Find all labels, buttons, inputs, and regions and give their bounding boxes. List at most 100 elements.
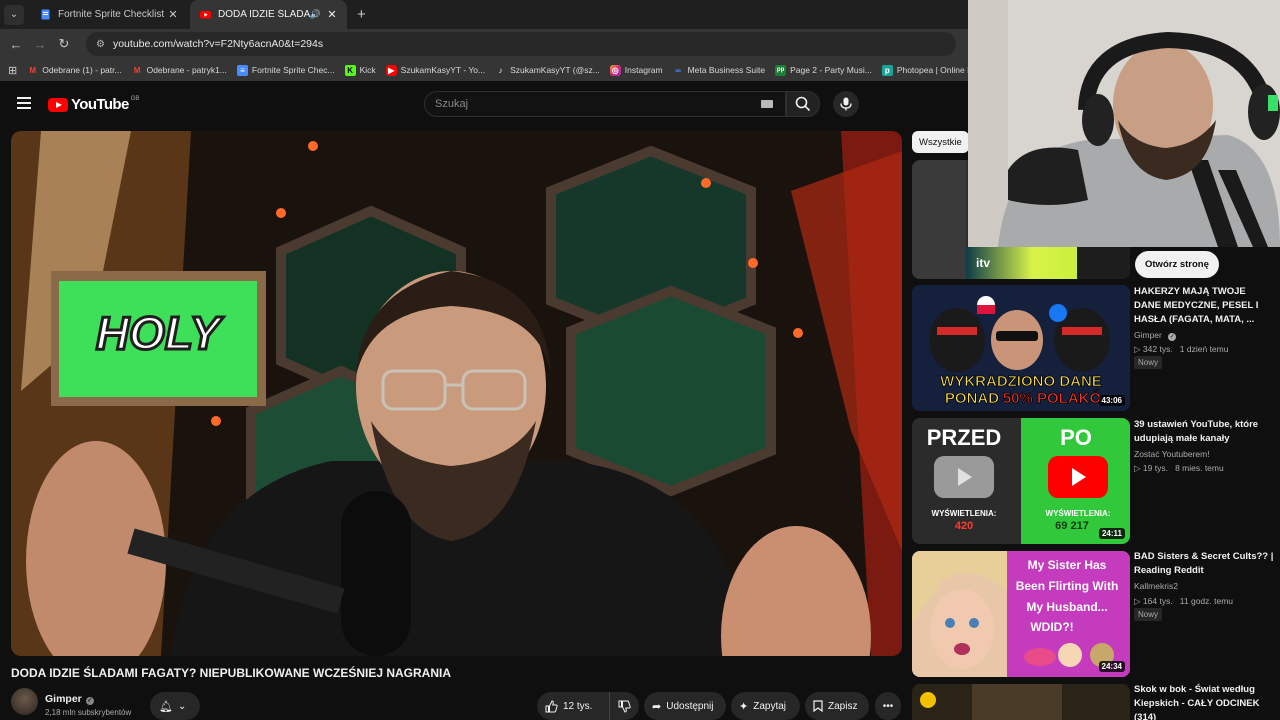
tab-title: Fortnite Sprite Checklist — Coll: [58, 9, 166, 20]
keyboard-icon[interactable]: [761, 100, 773, 108]
thumb-caption-line2: PONAD: [945, 390, 999, 407]
bookmark-item[interactable]: ∞ Meta Business Suite: [673, 65, 765, 76]
rec-channel[interactable]: Kallmekris2: [1134, 581, 1178, 591]
rec-title-line: DANE MEDYCZNE, PESEL I: [1134, 300, 1259, 311]
microphone-icon: [840, 97, 852, 111]
duration-badge: 24:34: [1098, 661, 1125, 672]
rec-title[interactable]: BAD Sisters & Secret Cults?? | Reading R…: [1134, 550, 1274, 578]
thumb-caption-line1: WYKRADZIONO DANE: [940, 373, 1102, 390]
share-arrow-icon: ➦: [652, 700, 662, 713]
address-bar[interactable]: ⚙ youtube.com/watch?v=F2Nty6acnA0&t=294s: [86, 32, 956, 56]
like-button[interactable]: 12 tys.: [537, 692, 609, 720]
bookmark-label: Instagram: [624, 65, 663, 75]
save-button[interactable]: Zapisz: [805, 692, 869, 720]
rec-thumbnail[interactable]: [912, 684, 1130, 720]
rec-thumbnail[interactable]: WYKRADZIONO DANE PONAD 50% POLAKÓ 43:06: [912, 285, 1130, 411]
bookmark-item[interactable]: K Kick: [344, 64, 376, 76]
bookmark-label: Photopea | Online P...: [896, 65, 979, 75]
ad-open-site-button[interactable]: Otwórz stronę: [1135, 251, 1219, 278]
site-info-icon[interactable]: ⚙: [96, 39, 105, 50]
rec-age: 11 godz. temu: [1179, 596, 1234, 606]
ask-button[interactable]: ✦ Zapytaj: [731, 692, 800, 720]
speaker-icon[interactable]: 🔊: [310, 9, 321, 20]
rec-meta: ▷ 342 tys. 1 dzień temu: [1134, 344, 1228, 355]
more-actions-button[interactable]: •••: [875, 692, 901, 720]
instagram-icon: ◎: [609, 64, 621, 76]
bookmark-label: Meta Business Suite: [687, 65, 766, 75]
apps-grid-icon[interactable]: ⊞: [8, 64, 17, 77]
bookmark-item[interactable]: M Odebrane - patryk1...: [132, 65, 227, 76]
webcam-feed: [968, 0, 1280, 247]
thumb-caption-line1: My Sister Has: [1028, 558, 1107, 572]
bookmark-item[interactable]: M Odebrane (1) - patr...: [27, 65, 121, 76]
rec-title-line: 39 ustawień YouTube, które: [1134, 419, 1259, 430]
thumb-before-label: PRZED: [927, 425, 1002, 450]
rec-channel[interactable]: Gimper ✓: [1134, 330, 1177, 341]
search-button[interactable]: [786, 91, 820, 117]
reload-icon[interactable]: ↻: [52, 36, 76, 52]
rec-thumbnail[interactable]: PRZED PO WYŚWIETLENIA: 420 WYŚWIETLENIA:…: [912, 418, 1130, 544]
play-small-icon: ▷: [1134, 344, 1141, 354]
rec-title[interactable]: Skok w bok - Świat według Kiepskich - CA…: [1134, 683, 1274, 720]
webcam-overlay: [968, 0, 1280, 247]
youtube-icon: ▶: [385, 64, 397, 76]
rec-thumbnail[interactable]: My Sister Has Been Flirting With My Husb…: [912, 551, 1130, 677]
holy-sign-text: HOLY: [96, 307, 225, 359]
save-label: Zapisz: [828, 700, 858, 712]
rec-age: 8 mies. temu: [1175, 463, 1224, 473]
rec-title[interactable]: 39 ustawień YouTube, które udupiają małe…: [1134, 418, 1274, 446]
browser-tab-youtube[interactable]: DODA IDZIE ŚLADAMI FAG 🔊 ✕: [190, 0, 347, 29]
rec-meta: ▷ 19 tys. 8 mies. temu: [1134, 463, 1224, 474]
bookmark-label: Odebrane - patryk1...: [146, 65, 227, 75]
chevron-down-icon: ⌄: [9, 9, 19, 20]
search-icon: [795, 96, 811, 112]
chip-all[interactable]: Wszystkie: [912, 131, 969, 153]
bookmark-item[interactable]: ≡ Fortnite Sprite Chec...: [236, 64, 335, 76]
video-frame: HOLY: [11, 131, 902, 656]
forward-arrow-icon[interactable]: →: [28, 37, 52, 52]
bookmark-label: SzukamKasyYT - Yo...: [400, 65, 486, 75]
dislike-button[interactable]: [609, 692, 639, 720]
tab-search-button[interactable]: ⌄: [4, 4, 24, 25]
video-player[interactable]: HOLY: [11, 131, 902, 656]
rec-views: 164 tys.: [1142, 596, 1173, 606]
duration-badge: 43:06: [1098, 395, 1125, 406]
browser-tab-fortnite[interactable]: Fortnite Sprite Checklist — Coll ✕: [30, 0, 188, 29]
gmail-icon: M: [29, 65, 37, 75]
share-button[interactable]: ➦ Udostępnij: [644, 692, 726, 720]
verified-check-icon: ✓: [1168, 333, 1177, 341]
bookmark-label: Odebrane (1) - patr...: [42, 65, 122, 75]
bookmark-item[interactable]: ▶ SzukamKasyYT - Yo...: [385, 64, 486, 76]
rec-channel[interactable]: Zostać Youtuberem!: [1134, 449, 1210, 459]
close-icon[interactable]: ✕: [166, 8, 180, 21]
bookmark-item[interactable]: ◎ Instagram: [609, 64, 663, 76]
thumbs-up-icon: [545, 699, 558, 712]
rec-title-line: udupiają małe kanały: [1134, 433, 1230, 444]
rec-title-line: Skok w bok - Świat według: [1134, 684, 1255, 695]
bookmark-icon: [813, 700, 823, 712]
thumb-after-label: PO: [1060, 425, 1092, 450]
bookmark-item[interactable]: pp Page 2 - Party Musi...: [775, 64, 872, 76]
back-arrow-icon[interactable]: ←: [4, 37, 28, 52]
hamburger-menu-icon[interactable]: [17, 97, 31, 109]
pp-icon: pp: [775, 64, 787, 76]
bookmark-item[interactable]: p Photopea | Online P...: [881, 64, 979, 76]
tiktok-icon: ♪: [498, 65, 503, 75]
search-input[interactable]: Szukaj: [424, 91, 786, 117]
bookmark-label: Kick: [359, 65, 376, 75]
play-small-icon: ▷: [1134, 463, 1141, 473]
close-icon[interactable]: ✕: [325, 8, 339, 21]
like-count: 12 tys.: [563, 700, 593, 712]
new-tab-button[interactable]: +: [357, 6, 366, 23]
rec-title[interactable]: HAKERZY MAJĄ TWOJE DANE MEDYCZNE, PESEL …: [1134, 285, 1274, 327]
rec-thumbnail-art: [912, 684, 1130, 720]
subscribe-notifications-button[interactable]: 🔔︎ ⌄: [150, 692, 200, 720]
youtube-logo[interactable]: YouTube GB: [48, 96, 139, 113]
channel-avatar[interactable]: [11, 688, 38, 715]
bell-icon: 🔔︎: [159, 700, 173, 713]
thumb-after-caption: WYŚWIETLENIA:: [1046, 509, 1111, 518]
channel-name[interactable]: Gimper ✓: [45, 693, 94, 705]
thumb-before-caption: WYŚWIETLENIA:: [932, 509, 997, 518]
bookmark-item[interactable]: ♪ SzukamKasyYT (@sz...: [495, 65, 600, 76]
voice-search-button[interactable]: [833, 91, 859, 117]
